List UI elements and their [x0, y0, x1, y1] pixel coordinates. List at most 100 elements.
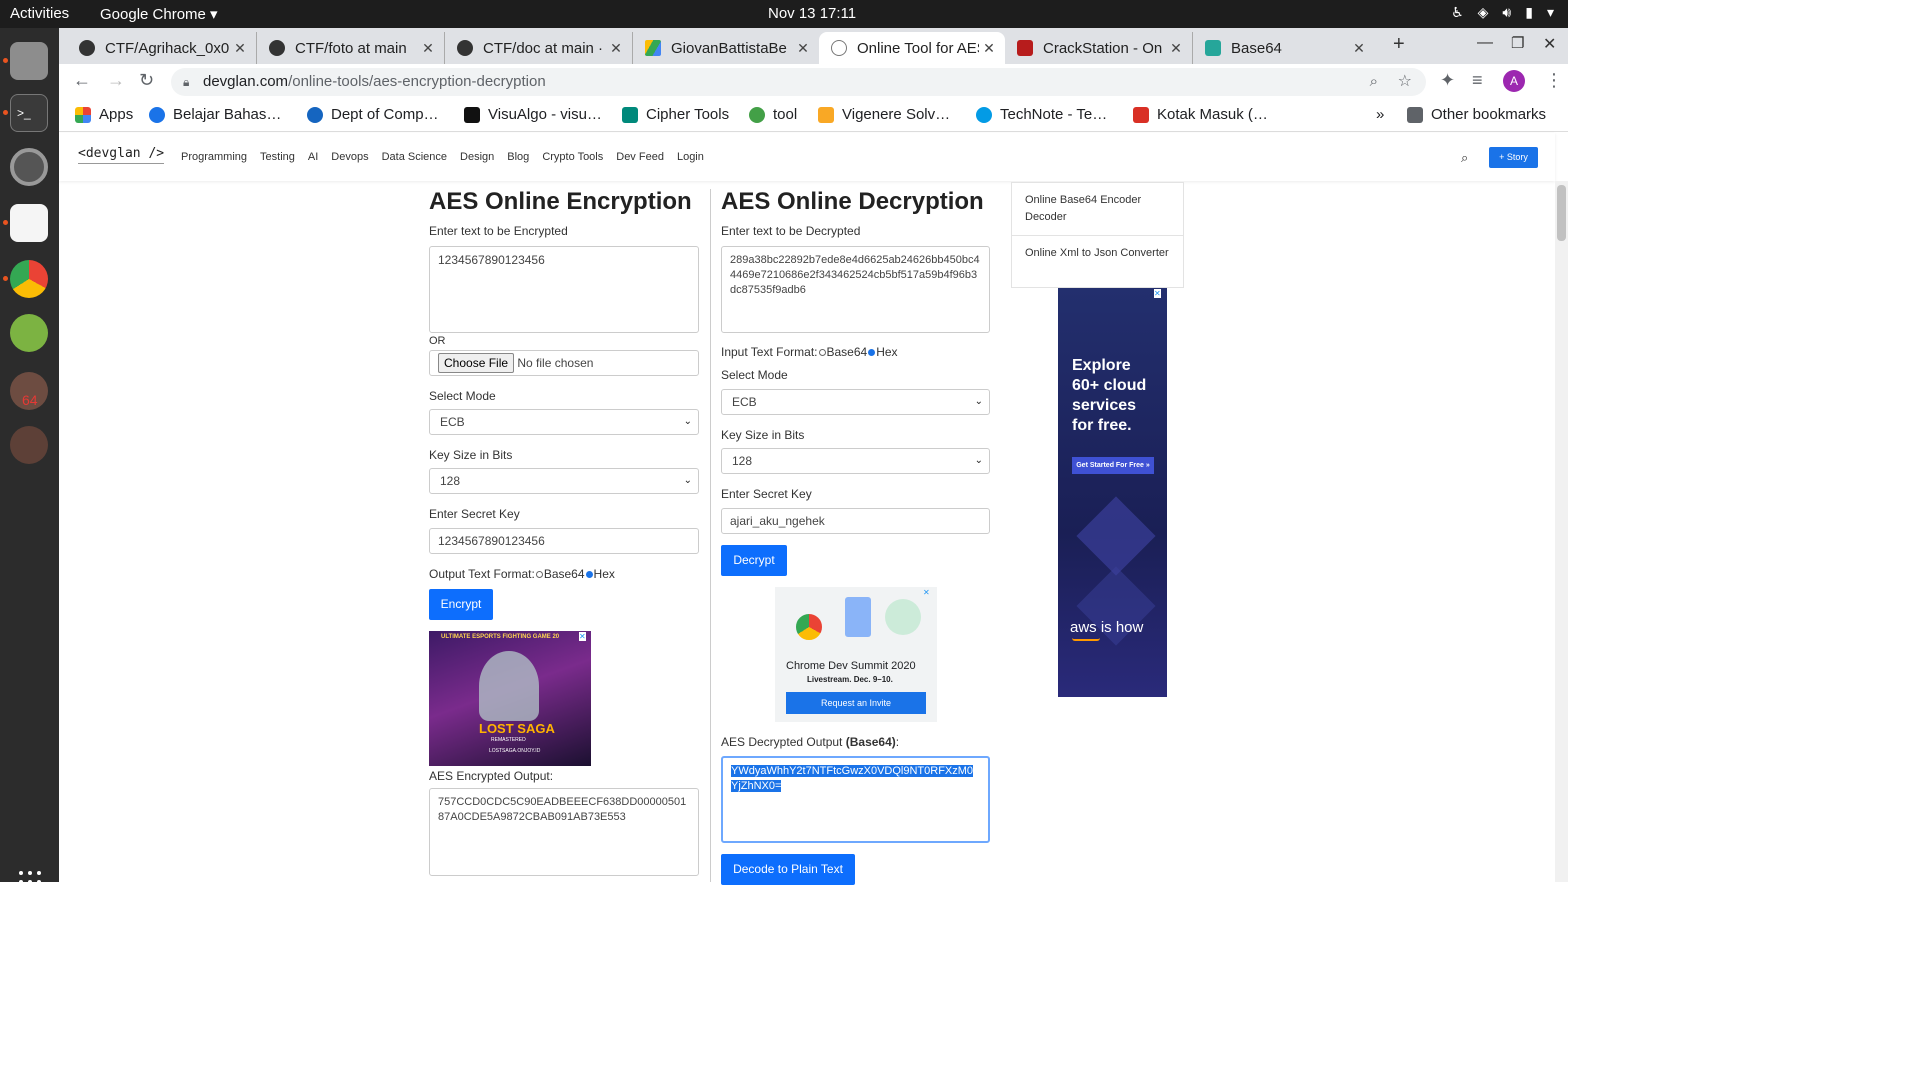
- close-icon[interactable]: ✕: [1166, 40, 1186, 57]
- nav-programming[interactable]: Programming: [181, 151, 247, 163]
- tab[interactable]: CTF/foto at main ✕: [257, 32, 445, 64]
- tab[interactable]: CTF/doc at main · ✕: [445, 32, 633, 64]
- radio-hex[interactable]: [585, 571, 593, 579]
- close-icon[interactable]: ✕: [606, 40, 626, 57]
- encrypt-keysize-select[interactable]: 128 ⌄: [429, 468, 699, 494]
- bookmark-item[interactable]: TechNote - Te…: [976, 106, 1107, 123]
- ad-cta-button[interactable]: Get Started For Free »: [1072, 457, 1154, 474]
- zoom-icon[interactable]: ⌕: [1370, 68, 1378, 96]
- decrypt-output-area[interactable]: YWdyaWhhY2t7NTFtcGwzX0VDQl9NT0RFXzM0YjZh…: [721, 756, 990, 843]
- bookmark-item[interactable]: VisuAlgo - visu…: [464, 106, 602, 123]
- address-bar[interactable]: 🔒︎ devglan.com/online-tools/aes-encrypti…: [171, 68, 1426, 96]
- encrypt-button[interactable]: Encrypt: [429, 589, 493, 620]
- decrypt-key-input[interactable]: ajari_aku_ngehek: [721, 508, 990, 534]
- chevron-down-icon[interactable]: ▾: [1547, 4, 1554, 21]
- search-icon[interactable]: ⌕: [1461, 150, 1468, 166]
- reload-icon[interactable]: ↻: [139, 70, 154, 91]
- link-base64-tool[interactable]: Online Base64 Encoder Decoder: [1012, 183, 1183, 235]
- bookmark-item[interactable]: Cipher Tools: [622, 106, 729, 123]
- close-icon[interactable]: ✕: [230, 40, 250, 57]
- network-icon[interactable]: ◈: [1478, 4, 1489, 21]
- bookmarks-overflow-button[interactable]: »: [1376, 106, 1384, 123]
- tab[interactable]: GiovanBattistaBe ✕: [633, 32, 819, 64]
- decrypt-button[interactable]: Decrypt: [721, 545, 787, 576]
- bookmark-item[interactable]: Vigenere Solv…: [818, 106, 950, 123]
- radio-base64[interactable]: [535, 571, 543, 579]
- bookmark-apps[interactable]: Apps: [75, 106, 133, 123]
- tab-active[interactable]: Online Tool for AES ✕: [819, 32, 1005, 64]
- ad-close-icon[interactable]: ✕: [579, 632, 586, 641]
- extensions-icon[interactable]: ✦: [1440, 70, 1455, 91]
- nav-dev-feed[interactable]: Dev Feed: [616, 151, 664, 163]
- activities-button[interactable]: Activities: [10, 5, 69, 22]
- site-logo[interactable]: <devglan />: [78, 146, 165, 164]
- forward-icon[interactable]: →: [107, 70, 125, 91]
- tab[interactable]: Base64 ✕: [1193, 32, 1375, 64]
- radio-hex[interactable]: [868, 349, 876, 357]
- chrome-icon[interactable]: [10, 260, 48, 298]
- battery-icon[interactable]: ▮: [1525, 4, 1533, 21]
- bookmark-item[interactable]: Belajar Bahas…: [149, 106, 281, 123]
- accessibility-icon[interactable]: ♿: [1451, 4, 1464, 21]
- nav-devops[interactable]: Devops: [331, 151, 368, 163]
- ad-cta-button[interactable]: Request an Invite: [786, 692, 926, 714]
- volume-icon[interactable]: 🔊︎: [1502, 4, 1511, 21]
- nav-blog[interactable]: Blog: [507, 151, 529, 163]
- app-menu[interactable]: Google Chrome ▾: [100, 5, 218, 23]
- nav-login[interactable]: Login: [677, 151, 704, 163]
- window-close-icon[interactable]: ✕: [1543, 34, 1556, 54]
- tab[interactable]: CTF/Agrihack_0x0 ✕: [67, 32, 257, 64]
- menu-icon[interactable]: ⋮: [1545, 70, 1563, 91]
- terminal-icon[interactable]: >_: [10, 94, 48, 132]
- ad-close-icon[interactable]: ✕: [923, 588, 930, 597]
- avatar-app-icon[interactable]: [10, 426, 48, 464]
- nav-data-science[interactable]: Data Science: [382, 151, 447, 163]
- profile-avatar[interactable]: A: [1503, 70, 1525, 92]
- decode-plain-text-button[interactable]: Decode to Plain Text: [721, 854, 855, 885]
- bookmark-item[interactable]: tool: [749, 106, 797, 123]
- ad-close-icon[interactable]: ✕: [1154, 289, 1161, 298]
- scrollbar-thumb[interactable]: [1557, 185, 1566, 241]
- hexchat-icon[interactable]: [10, 314, 48, 352]
- story-button[interactable]: + Story: [1489, 147, 1538, 168]
- close-icon[interactable]: ✕: [1349, 40, 1369, 57]
- tab[interactable]: CrackStation - On ✕: [1005, 32, 1193, 64]
- file-input[interactable]: Choose File No file chosen: [429, 350, 699, 376]
- files-icon[interactable]: [10, 42, 48, 80]
- reading-list-icon[interactable]: ≡: [1472, 70, 1483, 91]
- encrypt-output-area[interactable]: 757CCD0CDC5C90EADBEEECF638DD0000050187A0…: [429, 788, 699, 876]
- bookmark-star-icon[interactable]: ☆: [1398, 68, 1412, 96]
- close-icon[interactable]: ✕: [979, 40, 999, 57]
- clock[interactable]: Nov 13 17:11: [768, 5, 856, 22]
- choose-file-button[interactable]: Choose File: [438, 353, 515, 373]
- encrypt-text-input[interactable]: 1234567890123456: [429, 246, 699, 333]
- encrypt-key-input[interactable]: 1234567890123456: [429, 528, 699, 554]
- settings-icon[interactable]: [10, 148, 48, 186]
- nav-design[interactable]: Design: [460, 151, 494, 163]
- encrypt-mode-select[interactable]: ECB ⌄: [429, 409, 699, 435]
- minimize-icon[interactable]: —: [1477, 34, 1493, 52]
- other-bookmarks[interactable]: Other bookmarks: [1407, 106, 1546, 123]
- decrypt-text-input[interactable]: 289a38bc22892b7ede8e4d6625ab24626bb450bc…: [721, 246, 990, 333]
- nav-crypto-tools[interactable]: Crypto Tools: [542, 151, 603, 163]
- show-applications-icon[interactable]: [18, 870, 42, 894]
- lock-icon[interactable]: 🔒︎: [183, 68, 189, 96]
- game-ad[interactable]: ULTIMATE ESPORTS FIGHTING GAME 20 ✕ LOST…: [429, 631, 591, 766]
- bookmark-item[interactable]: Kotak Masuk (…: [1133, 106, 1268, 123]
- system-tray[interactable]: ♿ ◈ 🔊︎ ▮ ▾: [1451, 4, 1554, 21]
- back-icon[interactable]: ←: [73, 70, 91, 91]
- page-scrollbar[interactable]: [1555, 181, 1568, 882]
- close-icon[interactable]: ✕: [418, 40, 438, 57]
- text-editor-icon[interactable]: [10, 204, 48, 242]
- restore-icon[interactable]: ❐: [1511, 34, 1524, 52]
- close-icon[interactable]: ✕: [793, 40, 813, 57]
- nav-testing[interactable]: Testing: [260, 151, 295, 163]
- link-xml-json-tool[interactable]: Online Xml to Json Converter: [1012, 235, 1183, 271]
- aws-ad[interactable]: ✕ Explore 60+ cloud services for free. G…: [1058, 288, 1167, 697]
- bookmark-item[interactable]: Dept of Comp…: [307, 106, 439, 123]
- radio-base64[interactable]: [818, 349, 826, 357]
- new-tab-button[interactable]: +: [1393, 33, 1405, 56]
- chrome-dev-summit-ad[interactable]: ✕ Chrome Dev Summit 2020 Livestream. Dec…: [775, 587, 937, 722]
- decrypt-keysize-select[interactable]: 128 ⌄: [721, 448, 990, 474]
- decrypt-mode-select[interactable]: ECB ⌄: [721, 389, 990, 415]
